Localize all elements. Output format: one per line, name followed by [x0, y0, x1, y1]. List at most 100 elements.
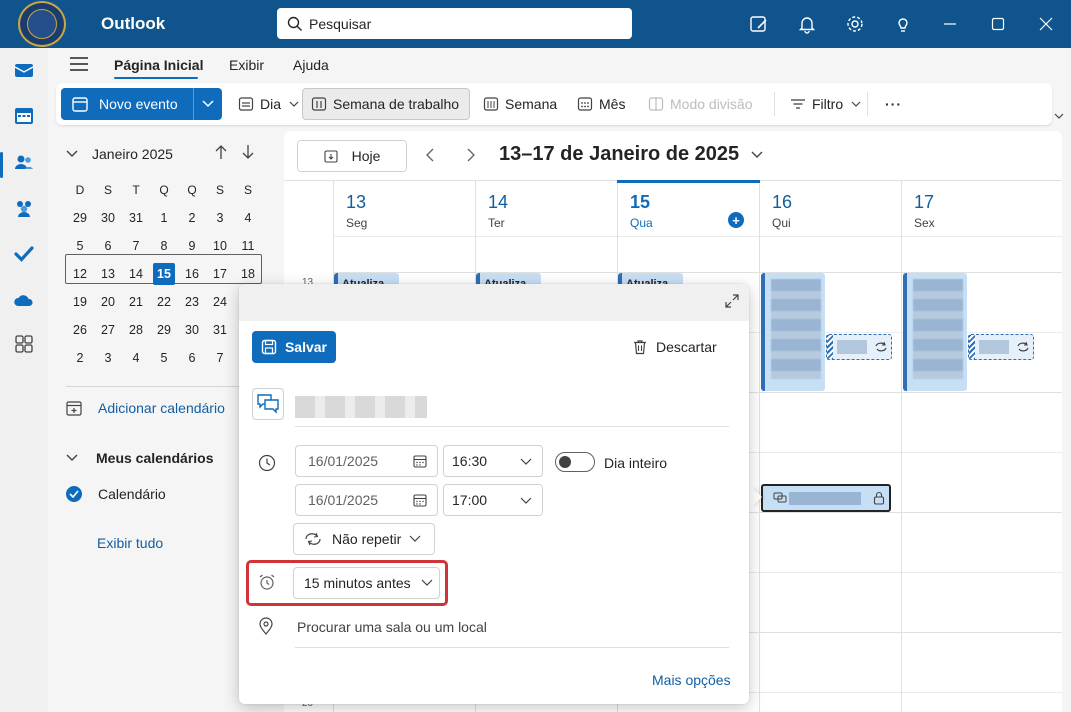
my-calendars-header[interactable]: Meus calendários	[66, 450, 214, 466]
recurring-event[interactable]	[826, 334, 892, 360]
date-cell[interactable]: 29	[66, 204, 94, 232]
calendar-picker-icon[interactable]	[413, 454, 427, 468]
date-cell[interactable]: 28	[122, 316, 150, 344]
my-day-icon[interactable]	[747, 12, 771, 36]
chevron-left-icon[interactable]	[426, 148, 434, 165]
date-cell[interactable]: 6	[94, 232, 122, 260]
calendar-icon[interactable]	[12, 104, 36, 128]
more-options-button[interactable]: ···	[885, 88, 902, 120]
day-column-header[interactable]: 17 Sex	[901, 180, 1043, 712]
repeat-dropdown[interactable]: Não repetir	[293, 523, 435, 555]
date-cell[interactable]: 4	[122, 344, 150, 372]
search-box[interactable]: Pesquisar	[277, 8, 632, 39]
work-week-view-button[interactable]: Semana de trabalho	[302, 88, 471, 120]
new-event-button[interactable]: Novo evento	[61, 88, 194, 120]
tab-view[interactable]: Exibir	[229, 57, 264, 73]
expand-icon[interactable]	[725, 294, 739, 311]
date-cell[interactable]: 27	[94, 316, 122, 344]
date-cell[interactable]: 2	[178, 204, 206, 232]
date-cell[interactable]: 31	[206, 316, 234, 344]
start-time-dropdown[interactable]: 16:30	[443, 445, 543, 477]
date-range-title[interactable]: 13–17 de Janeiro de 2025	[499, 143, 763, 166]
calendar-item[interactable]: Calendário	[66, 486, 166, 502]
arrow-up-icon[interactable]	[214, 144, 228, 163]
event-title-redacted[interactable]	[295, 396, 427, 418]
close-icon[interactable]	[1034, 12, 1058, 36]
end-date-field[interactable]: 16/01/2025	[295, 484, 438, 516]
filter-button[interactable]: Filtro	[790, 88, 867, 120]
date-cell[interactable]: 30	[178, 316, 206, 344]
date-cell[interactable]: 7	[206, 344, 234, 372]
date-cell[interactable]: 3	[206, 204, 234, 232]
checkmark-icon[interactable]	[66, 486, 82, 502]
tab-help[interactable]: Ajuda	[293, 57, 329, 73]
show-all-link[interactable]: Exibir tudo	[97, 535, 163, 551]
date-cell[interactable]: 9	[178, 232, 206, 260]
date-cell[interactable]: 7	[122, 232, 150, 260]
calendar-event[interactable]	[903, 273, 967, 391]
date-cell[interactable]: 29	[150, 316, 178, 344]
apps-icon[interactable]	[12, 332, 36, 356]
date-cell[interactable]: 26	[66, 316, 94, 344]
date-cell[interactable]: 17	[206, 260, 234, 288]
day-view-button[interactable]: Dia	[238, 88, 305, 120]
date-cell[interactable]: 19	[66, 288, 94, 316]
bell-icon[interactable]	[795, 12, 819, 36]
location-input[interactable]: Procurar uma sala ou um local	[297, 619, 487, 635]
date-cell[interactable]: 16	[178, 260, 206, 288]
date-cell[interactable]: 6	[178, 344, 206, 372]
today-button[interactable]: Hoje	[297, 140, 407, 172]
all-day-toggle[interactable]	[555, 452, 595, 472]
new-event-dropdown[interactable]	[194, 88, 222, 120]
date-cell[interactable]: 22	[150, 288, 178, 316]
arrow-down-icon[interactable]	[241, 144, 255, 163]
chevron-right-icon[interactable]	[467, 148, 475, 165]
hamburger-menu-icon[interactable]	[70, 57, 88, 74]
date-cell[interactable]: 5	[66, 232, 94, 260]
date-cell[interactable]: 10	[206, 232, 234, 260]
gear-icon[interactable]	[843, 12, 867, 36]
week-view-button[interactable]: Semana	[483, 88, 557, 120]
date-cell[interactable]: 14	[122, 260, 150, 288]
end-time-dropdown[interactable]: 17:00	[443, 484, 543, 516]
calendar-picker-icon[interactable]	[413, 493, 427, 507]
add-event-icon[interactable]: +	[728, 212, 744, 228]
date-cell[interactable]: 13	[94, 260, 122, 288]
date-cell[interactable]: 3	[94, 344, 122, 372]
lightbulb-icon[interactable]	[891, 12, 915, 36]
date-cell[interactable]: 31	[122, 204, 150, 232]
draft-event-selected[interactable]	[761, 484, 891, 512]
onedrive-icon[interactable]	[12, 288, 36, 312]
save-button[interactable]: Salvar	[252, 331, 336, 363]
date-cell[interactable]: 4	[234, 204, 262, 232]
people-icon[interactable]	[12, 150, 36, 174]
tab-home[interactable]: Página Inicial	[114, 57, 203, 73]
more-options-link[interactable]: Mais opções	[652, 672, 731, 688]
mini-calendar-header[interactable]: Janeiro 2025	[66, 146, 173, 162]
discard-button[interactable]: Descartar	[632, 339, 717, 355]
date-cell[interactable]: 21	[122, 288, 150, 316]
date-cell[interactable]: 20	[94, 288, 122, 316]
date-cell[interactable]: 5	[150, 344, 178, 372]
toolbar-expand-chevron-icon[interactable]	[1054, 106, 1064, 122]
maximize-icon[interactable]	[986, 12, 1010, 36]
date-cell[interactable]: 8	[150, 232, 178, 260]
month-view-button[interactable]: Mês	[577, 88, 625, 120]
groups-icon[interactable]	[12, 196, 36, 220]
date-cell[interactable]: 1	[150, 204, 178, 232]
day-column-header[interactable]: 16 Qui	[759, 180, 901, 712]
start-date-field[interactable]: 16/01/2025	[295, 445, 438, 477]
calendar-event[interactable]	[761, 273, 825, 391]
minimize-icon[interactable]	[938, 12, 962, 36]
recurring-event[interactable]	[968, 334, 1034, 360]
date-cell[interactable]: 24	[206, 288, 234, 316]
date-cell-today[interactable]: 15	[153, 263, 175, 285]
date-cell[interactable]: 12	[66, 260, 94, 288]
add-calendar-link[interactable]: Adicionar calendário	[66, 400, 225, 416]
date-cell[interactable]: 2	[66, 344, 94, 372]
date-cell[interactable]: 11	[234, 232, 262, 260]
date-cell[interactable]: 30	[94, 204, 122, 232]
mail-icon[interactable]	[12, 58, 36, 82]
teams-meeting-toggle[interactable]	[252, 388, 284, 420]
todo-icon[interactable]	[12, 242, 36, 266]
